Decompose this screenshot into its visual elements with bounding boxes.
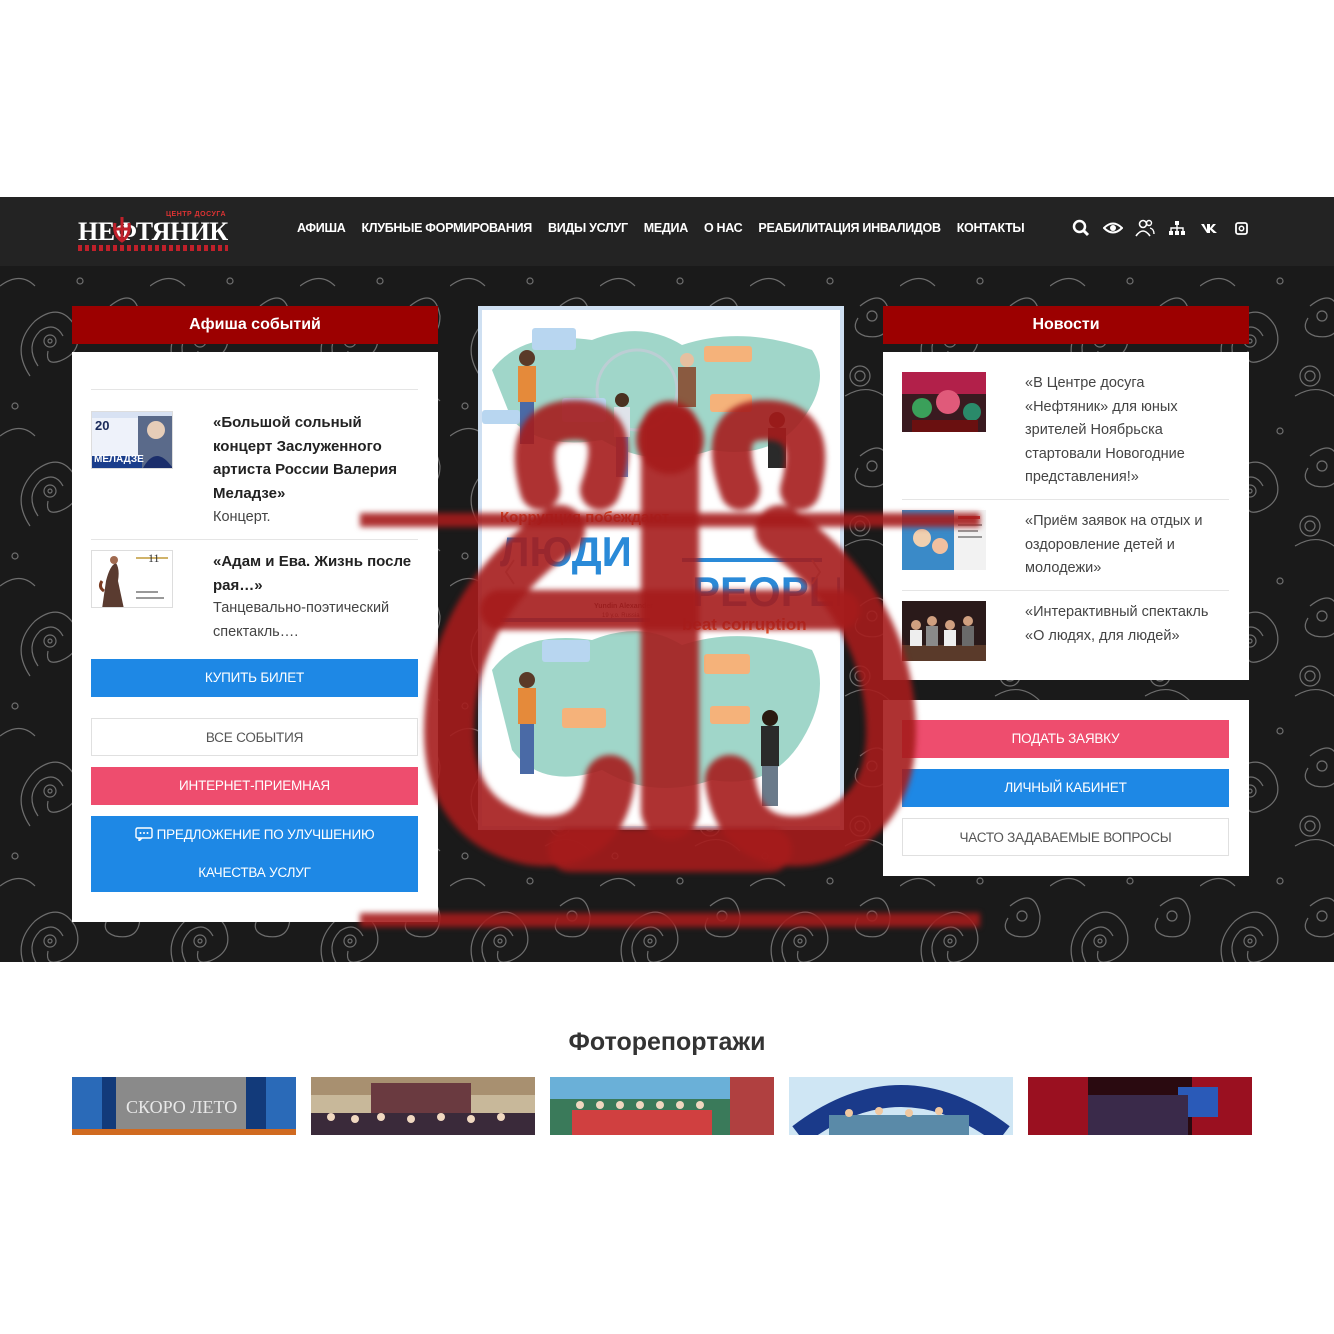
top-navigation-bar: ЦЕНТР ДОСУГА НЕФТЯНИК АФИША КЛУБНЫЕ ФОРМ… bbox=[0, 197, 1334, 266]
news-thumbnail bbox=[902, 510, 986, 570]
event-title[interactable]: «Адам и Ева. Жизнь после рая…» bbox=[213, 550, 413, 597]
users-icon[interactable] bbox=[1134, 217, 1156, 239]
slide-heading-ru: Коррупция побеждают bbox=[500, 509, 669, 526]
logo-ornament bbox=[78, 245, 228, 251]
event-poster: 11 bbox=[91, 550, 173, 608]
service-improvement-button[interactable]: ПРЕДЛОЖЕНИЕ ПО УЛУЧШЕНИЮ КАЧЕСТВА УСЛУГ bbox=[91, 816, 418, 892]
logo-wordmark: НЕФТЯНИК bbox=[78, 217, 228, 246]
news-title[interactable]: «Интерактивный спектакль «О людях, для л… bbox=[1025, 601, 1225, 648]
slide-author: Yundin Alexander bbox=[594, 603, 653, 610]
buy-ticket-button[interactable]: КУПИТЬ БИЛЕТ bbox=[91, 659, 418, 697]
submit-application-button[interactable]: ПОДАТЬ ЗАЯВКУ bbox=[902, 720, 1229, 758]
main-menu: АФИША КЛУБНЫЕ ФОРМИРОВАНИЯ ВИДЫ УСЛУГ МЕ… bbox=[289, 221, 1032, 235]
event-item[interactable]: 11 «Адам и Ева. Жизнь после рая…» Танцев… bbox=[91, 550, 418, 646]
events-divider bbox=[91, 539, 418, 540]
event-poster-date: 20 bbox=[95, 418, 110, 433]
nav-item-clubs[interactable]: КЛУБНЫЕ ФОРМИРОВАНИЯ bbox=[353, 221, 540, 235]
events-top-divider bbox=[91, 389, 418, 390]
photo-report-card[interactable] bbox=[550, 1077, 774, 1135]
slider-prev-arrow[interactable] bbox=[498, 558, 522, 588]
news-divider bbox=[902, 499, 1229, 500]
event-poster-date: 11 bbox=[148, 551, 160, 565]
service-improvement-label-1: ПРЕДЛОЖЕНИЕ ПО УЛУЧШЕНИЮ bbox=[156, 827, 375, 842]
event-type: Танцевально-поэтический спектакль…. bbox=[213, 600, 390, 640]
event-title[interactable]: «Большой сольный концерт Заслуженного ар… bbox=[213, 411, 413, 505]
photo-reports-heading: Фоторепортажи bbox=[568, 1028, 766, 1056]
chat-icon bbox=[134, 827, 153, 843]
event-type: Концерт. bbox=[213, 509, 271, 525]
photo-reports-gallery: СКОРО ЛЕТО bbox=[72, 1077, 1252, 1135]
news-divider bbox=[902, 590, 1229, 591]
news-item[interactable]: «Интерактивный спектакль «О людях, для л… bbox=[902, 601, 1229, 661]
news-thumbnail bbox=[902, 372, 986, 432]
event-poster-name: МЕЛАДЗЕ bbox=[94, 454, 144, 465]
photo-caption: СКОРО ЛЕТО bbox=[126, 1097, 238, 1117]
photo-report-card[interactable] bbox=[1028, 1077, 1252, 1135]
nav-item-media[interactable]: МЕДИА bbox=[636, 221, 696, 235]
nav-item-afisha[interactable]: АФИША bbox=[289, 221, 353, 235]
slide-image: Коррупция побеждают ЛЮДИ PEOPLE beat cor… bbox=[482, 310, 840, 826]
nav-item-contacts[interactable]: КОНТАКТЫ bbox=[949, 221, 1033, 235]
vk-icon[interactable] bbox=[1198, 217, 1220, 239]
personal-account-button[interactable]: ЛИЧНЫЙ КАБИНЕТ bbox=[902, 769, 1229, 807]
photo-report-card[interactable]: СКОРО ЛЕТО bbox=[72, 1077, 296, 1135]
slider-next-arrow[interactable] bbox=[804, 558, 828, 588]
eye-icon[interactable] bbox=[1102, 217, 1124, 239]
search-icon[interactable] bbox=[1070, 217, 1092, 239]
news-thumbnail bbox=[902, 601, 986, 661]
photo-report-card[interactable] bbox=[789, 1077, 1013, 1135]
service-improvement-label-2: КАЧЕСТВА УСЛУГ bbox=[198, 865, 311, 880]
photo-report-card[interactable] bbox=[311, 1077, 535, 1135]
nav-item-about[interactable]: О НАС bbox=[696, 221, 750, 235]
news-item[interactable]: «Приём заявок на отдых и оздоровление де… bbox=[902, 510, 1229, 580]
sitemap-icon[interactable] bbox=[1166, 217, 1188, 239]
events-panel-header: Афиша событий bbox=[72, 306, 438, 344]
event-poster: 20 МЕЛАДЗЕ bbox=[91, 411, 173, 469]
anti-corruption-slider[interactable]: Коррупция побеждают ЛЮДИ PEOPLE beat cor… bbox=[478, 306, 844, 830]
nav-item-services[interactable]: ВИДЫ УСЛУГ bbox=[540, 221, 636, 235]
news-title[interactable]: «В Центре досуга «Нефтяник» для юных зри… bbox=[1025, 372, 1225, 490]
faq-button[interactable]: ЧАСТО ЗАДАВАЕМЫЕ ВОПРОСЫ bbox=[902, 818, 1229, 856]
all-events-button[interactable]: ВСЕ СОБЫТИЯ bbox=[91, 718, 418, 756]
header-icon-group bbox=[1070, 217, 1252, 239]
instagram-icon[interactable] bbox=[1230, 217, 1252, 239]
internet-reception-button[interactable]: ИНТЕРНЕТ-ПРИЕМНАЯ bbox=[91, 767, 418, 805]
nav-item-rehabilitation[interactable]: РЕАБИЛИТАЦИЯ ИНВАЛИДОВ bbox=[750, 221, 948, 235]
event-item[interactable]: 20 МЕЛАДЗЕ «Большой сольный концерт Засл… bbox=[91, 411, 418, 531]
site-logo[interactable]: ЦЕНТР ДОСУГА НЕФТЯНИК bbox=[78, 211, 228, 251]
news-item[interactable]: «В Центре досуга «Нефтяник» для юных зри… bbox=[902, 372, 1229, 490]
news-panel-header: Новости bbox=[883, 306, 1249, 344]
slide-subline-en: beat corruption bbox=[682, 615, 807, 634]
news-title[interactable]: «Приём заявок на отдых и оздоровление де… bbox=[1025, 510, 1225, 581]
lyre-logo-icon bbox=[113, 217, 131, 243]
